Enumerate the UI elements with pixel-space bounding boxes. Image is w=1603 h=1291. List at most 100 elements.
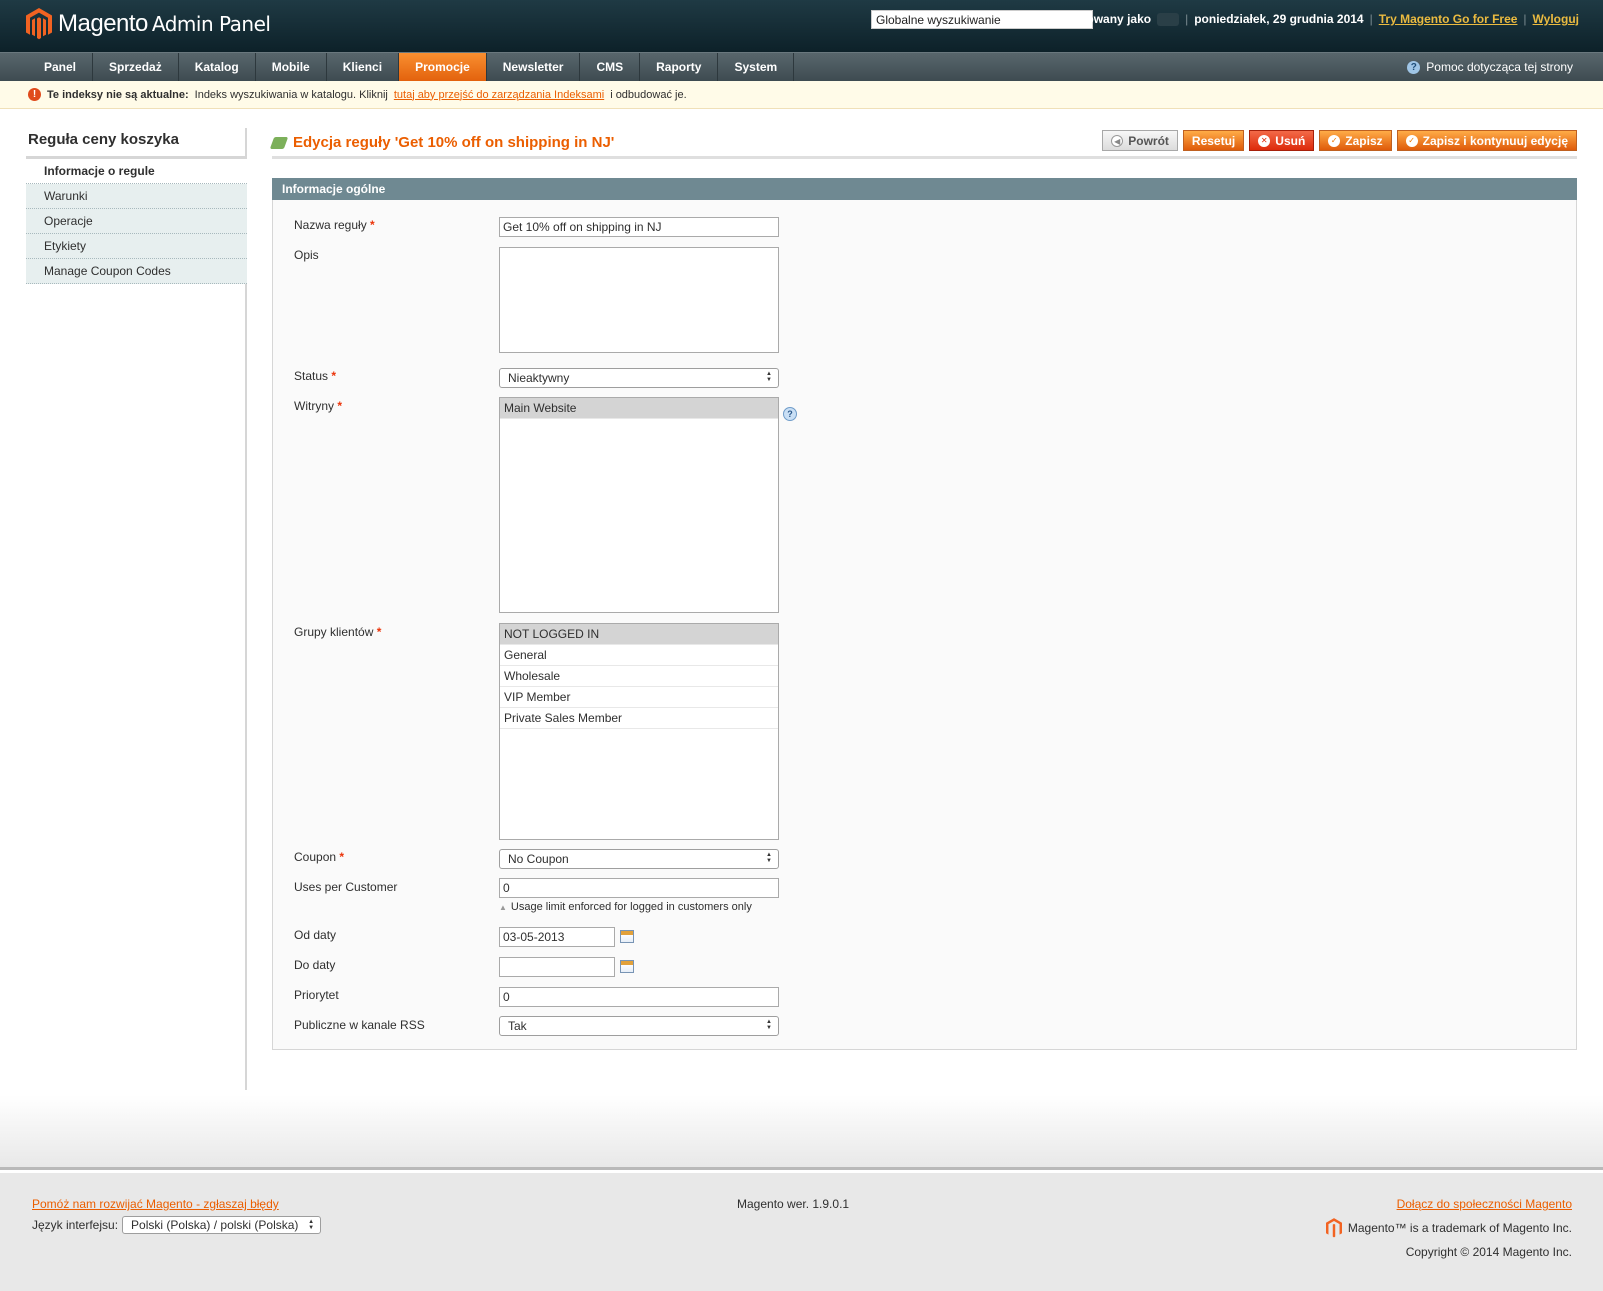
header-user-bar: Zalogowany jako | poniedziałek, 29 grudn…	[1054, 12, 1579, 26]
required-mark: *	[376, 625, 382, 639]
sidebar-item-labels[interactable]: Etykiety	[26, 234, 247, 259]
required-mark: *	[337, 399, 343, 413]
customer-groups-label: Grupy klientów *	[294, 625, 381, 639]
page-title-text: Edycja reguły 'Get 10% off on shipping i…	[293, 134, 615, 151]
help-icon: ?	[1407, 60, 1421, 74]
nav-item-newsletter[interactable]: Newsletter	[487, 53, 581, 81]
rss-label: Publiczne w kanale RSS	[294, 1018, 425, 1032]
save-button[interactable]: ✓ Zapisz	[1319, 130, 1392, 151]
sidebar: Reguła ceny koszyka Informacje o regule …	[26, 128, 247, 1090]
rss-select[interactable]: Tak	[499, 1016, 779, 1036]
to-date-input[interactable]	[499, 957, 615, 977]
nav-item-cms[interactable]: CMS	[580, 53, 641, 81]
nav-item-panel[interactable]: Panel	[28, 53, 94, 81]
nav-item-reports[interactable]: Raporty	[640, 53, 719, 81]
notice-text: Indeks wyszukiwania w katalogu. Kliknij	[194, 88, 388, 101]
logged-as-label: Zalogowany jako	[1054, 12, 1152, 26]
note-arrow-icon: ▲	[499, 903, 507, 912]
calendar-icon[interactable]	[620, 960, 634, 973]
sidebar-item-coupon-codes[interactable]: Manage Coupon Codes	[26, 259, 247, 284]
checkmark-icon: ✓	[1405, 134, 1418, 147]
delete-button-label: Usuń	[1275, 133, 1306, 148]
price-rule-icon	[269, 136, 289, 149]
calendar-icon[interactable]	[620, 930, 634, 943]
group-option[interactable]: VIP Member	[500, 687, 778, 708]
try-magento-go-link[interactable]: Try Magento Go for Free	[1379, 12, 1518, 26]
priority-label: Priorytet	[294, 988, 339, 1002]
required-mark: *	[339, 850, 345, 864]
logout-link[interactable]: Wyloguj	[1533, 12, 1579, 26]
interface-language: Język interfejsu: Polski (Polska) / pols…	[32, 1216, 322, 1234]
index-notice: ! Te indeksy nie są aktualne: Indeks wys…	[0, 81, 1603, 109]
save-continue-button[interactable]: ✓ Zapisz i kontynuuj edycję	[1396, 130, 1577, 151]
magento-logo-icon	[26, 8, 52, 40]
status-select[interactable]: Nieaktywny	[499, 368, 779, 388]
delete-button[interactable]: ✕ Usuń	[1249, 130, 1315, 151]
save-button-label: Zapisz	[1345, 133, 1383, 148]
rule-name-label-text: Nazwa reguły	[294, 218, 367, 232]
community-link[interactable]: Dołącz do społeczności Magento	[1397, 1197, 1572, 1211]
nav-item-promotions[interactable]: Promocje	[399, 53, 487, 81]
reset-button[interactable]: Resetuj	[1182, 130, 1245, 151]
priority-input[interactable]: 0	[499, 987, 779, 1007]
footer-right: Dołącz do społeczności Magento Magento™ …	[1325, 1197, 1572, 1259]
notice-title: Te indeksy nie są aktualne:	[47, 88, 189, 101]
language-select[interactable]: Polski (Polska) / polski (Polska)	[122, 1216, 322, 1234]
website-option[interactable]: Main Website	[500, 398, 778, 419]
nav-item-sales[interactable]: Sprzedaż	[93, 53, 179, 81]
magento-version: Magento wer. 1.9.0.1	[737, 1197, 850, 1211]
from-date-label: Od daty	[294, 928, 337, 942]
page-header: Edycja reguły 'Get 10% off on shipping i…	[269, 126, 1577, 159]
language-label: Język interfejsu:	[32, 1218, 119, 1232]
coupon-label-text: Coupon	[294, 850, 337, 864]
rule-name-label: Nazwa reguły *	[294, 218, 375, 232]
report-bug-link[interactable]: Pomóż nam rozwijać Magento - zgłaszaj bł…	[32, 1197, 279, 1211]
description-label: Opis	[294, 248, 319, 262]
sidebar-title: Reguła ceny koszyka	[26, 128, 247, 159]
footer-band	[0, 1095, 1603, 1170]
sidebar-item-conditions[interactable]: Warunki	[26, 184, 247, 209]
header: MagentoAdmin Panel Zalogowany jako | pon…	[0, 0, 1603, 52]
coupon-label: Coupon *	[294, 850, 344, 864]
group-option[interactable]: General	[500, 645, 778, 666]
websites-label: Witryny *	[294, 399, 342, 413]
uses-per-customer-input[interactable]: 0	[499, 878, 779, 898]
nav-item-catalog[interactable]: Katalog	[179, 53, 256, 81]
back-button[interactable]: ◀ Powrót	[1102, 130, 1178, 151]
group-option[interactable]: NOT LOGGED IN	[500, 624, 778, 645]
uses-note-text: Usage limit enforced for logged in custo…	[510, 901, 752, 913]
sidebar-item-actions[interactable]: Operacje	[26, 209, 247, 234]
nav-item-mobile[interactable]: Mobile	[256, 53, 327, 81]
uses-note: ▲ Usage limit enforced for logged in cust…	[499, 901, 752, 913]
back-button-label: Powrót	[1128, 133, 1169, 148]
required-mark: *	[370, 218, 375, 232]
reset-button-label: Resetuj	[1191, 133, 1236, 148]
nav-item-system[interactable]: System	[718, 53, 795, 81]
separator: |	[1523, 12, 1527, 26]
page-help-label: Pomoc dotycząca tej strony	[1426, 60, 1573, 74]
separator: |	[1185, 12, 1189, 26]
logo-text: Magento Admin Panel	[58, 10, 271, 38]
nav-item-customers[interactable]: Klienci	[327, 53, 400, 81]
trademark-text: Magento™ is a trademark of Magento Inc.	[1347, 1221, 1572, 1235]
copyright-text: Copyright © 2014 Magento Inc.	[1405, 1245, 1572, 1259]
page-help-link[interactable]: ? Pomoc dotycząca tej strony	[1407, 53, 1573, 81]
description-textarea[interactable]	[499, 247, 779, 353]
status-label-text: Status	[294, 369, 329, 383]
group-option[interactable]: Private Sales Member	[500, 708, 778, 729]
websites-multiselect[interactable]: Main Website	[499, 397, 779, 613]
rule-name-input[interactable]: Get 10% off on shipping in NJ	[499, 217, 779, 237]
magento-logo[interactable]: Magento Admin Panel	[26, 8, 271, 40]
magento-mini-logo-icon	[1325, 1218, 1342, 1238]
coupon-select[interactable]: No Coupon	[499, 849, 779, 869]
from-date-input[interactable]: 03-05-2013	[499, 927, 615, 947]
checkmark-icon: ✓	[1328, 134, 1341, 147]
required-mark: *	[331, 369, 337, 383]
sidebar-item-rule-info[interactable]: Informacje o regule	[26, 159, 247, 184]
group-option[interactable]: Wholesale	[500, 666, 778, 687]
index-management-link[interactable]: tutaj aby przejść do zarządzania Indeksa…	[394, 89, 604, 101]
scope-help-icon[interactable]: ?	[783, 407, 797, 421]
current-date: poniedziałek, 29 grudnia 2014	[1194, 12, 1364, 26]
username-masked	[1157, 12, 1180, 26]
customer-groups-multiselect[interactable]: NOT LOGGED IN General Wholesale VIP Memb…	[499, 623, 779, 840]
